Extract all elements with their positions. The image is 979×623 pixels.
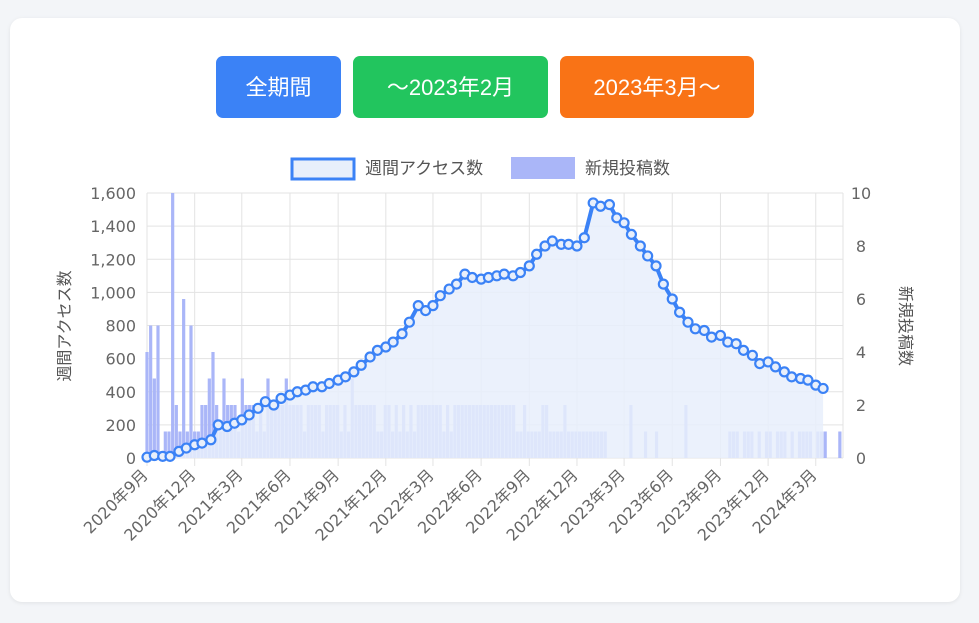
access-point <box>498 268 510 280</box>
access-point <box>657 278 669 290</box>
access-point <box>323 377 335 390</box>
access-point <box>205 434 217 446</box>
legend-label-posts[interactable]: 新規投稿数 <box>585 159 670 179</box>
y-left-tick-label: 0 <box>126 449 136 468</box>
access-point <box>427 300 439 312</box>
access-point <box>642 250 654 262</box>
access-point <box>737 344 750 356</box>
post-bar <box>189 325 193 458</box>
access-point <box>212 419 224 431</box>
access-point <box>243 409 255 421</box>
y-left-tick-label: 1,400 <box>90 217 136 236</box>
access-point <box>603 198 616 211</box>
access-point <box>786 371 798 383</box>
legend[interactable]: 週間アクセス数 新規投稿数 <box>290 157 670 181</box>
y-right-tick-label: 4 <box>856 343 866 362</box>
access-point <box>666 293 678 305</box>
y-right-tick-label: 6 <box>856 290 866 309</box>
access-point <box>769 361 782 373</box>
legend-label-access[interactable]: 週間アクセス数 <box>365 159 483 179</box>
access-point <box>387 336 399 348</box>
access-point <box>817 382 829 395</box>
access-point <box>307 381 319 393</box>
post-bar <box>823 431 827 458</box>
y-left-tick-label: 200 <box>105 416 136 435</box>
access-point <box>396 328 408 340</box>
y-left-tick-label: 1,200 <box>90 250 136 269</box>
access-point <box>571 240 583 252</box>
y-left-tick-label: 1,000 <box>90 283 136 302</box>
access-point <box>164 450 176 462</box>
access-point <box>705 331 718 343</box>
access-point <box>275 392 287 404</box>
access-point <box>523 260 535 272</box>
post-bar <box>156 325 160 458</box>
access-point <box>546 235 558 247</box>
access-point <box>674 306 686 318</box>
access-point <box>434 290 446 302</box>
post-bar <box>149 325 153 458</box>
legend-swatch-posts[interactable] <box>511 157 575 179</box>
y-left-tick-label: 1,600 <box>90 184 136 203</box>
post-bar <box>838 431 842 458</box>
y-right-tick-label: 10 <box>851 184 871 203</box>
y-left-tick-label: 400 <box>105 383 136 402</box>
post-bar <box>182 299 186 458</box>
y-left-tick-label: 600 <box>105 350 136 369</box>
access-point <box>746 349 758 361</box>
access-point <box>196 437 208 449</box>
access-line <box>141 197 829 463</box>
access-point <box>514 266 526 279</box>
access-point <box>450 278 463 290</box>
access-point <box>355 359 367 371</box>
y-right-tick-label: 2 <box>856 396 866 415</box>
access-point <box>403 316 415 328</box>
access-point <box>578 232 590 244</box>
access-point <box>634 240 646 252</box>
access-chart: 0 200 400 600 800 1,000 1,200 1,400 1,600 0 2 4 6 8 10… <box>55 157 915 545</box>
post-bar <box>171 193 175 458</box>
access-point <box>466 271 478 284</box>
access-point <box>689 323 701 335</box>
access-point <box>618 217 630 229</box>
access-point <box>531 248 543 260</box>
y-right-axis-title: 新規投稿数 <box>896 286 915 366</box>
post-bar <box>145 352 149 458</box>
legend-swatch-access[interactable] <box>290 157 356 181</box>
y-left-axis-title: 週間アクセス数 <box>55 270 74 381</box>
post-bar <box>152 378 156 458</box>
y-right-tick-label: 8 <box>856 237 866 256</box>
access-point <box>650 260 662 272</box>
access-point <box>594 200 607 212</box>
y-left-tick-label: 800 <box>105 317 136 336</box>
y-right-tick-label: 0 <box>856 449 866 468</box>
access-point <box>625 228 638 241</box>
